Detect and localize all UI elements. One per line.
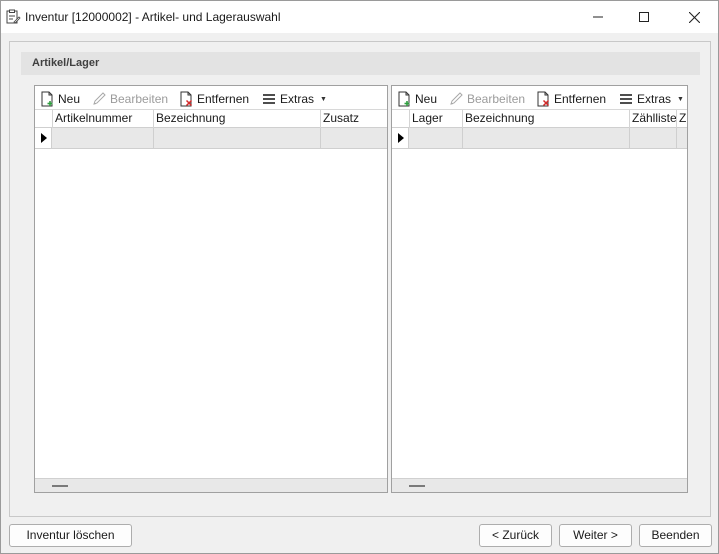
minimize-button[interactable] (575, 1, 621, 33)
storage-edit-button[interactable]: Bearbeiten (448, 90, 525, 108)
storage-grid-footer (392, 478, 687, 492)
article-extras-menu[interactable]: Extras ▼ (261, 90, 327, 108)
minus-icon[interactable] (52, 485, 68, 487)
storage-new-label: Neu (415, 92, 438, 106)
article-column-header: Artikelnummer Bezeichnung Zusatz (35, 110, 387, 128)
clipboard-app-icon (5, 9, 21, 25)
column-zaehlliste[interactable]: Zählliste (629, 110, 676, 128)
storage-column-header: Lager Bezeichnung Zählliste Zu (392, 110, 687, 128)
delete-document-icon (180, 91, 193, 107)
pencil-icon (450, 92, 463, 105)
title-bar: Inventur [12000002] - Artikel- und Lager… (1, 1, 718, 33)
main-panel: Artikel/Lager Neu Bearbeiten Entfernen E… (9, 41, 711, 517)
column-lager[interactable]: Lager (409, 110, 462, 128)
article-grid: Neu Bearbeiten Entfernen Extras ▼ Artike… (34, 85, 388, 493)
dropdown-arrow-icon: ▼ (320, 95, 327, 103)
storage-new-button[interactable]: Neu (396, 90, 437, 108)
section-title: Artikel/Lager (32, 57, 100, 69)
current-row-arrow-icon (398, 133, 404, 143)
column-artikelnummer[interactable]: Artikelnummer (52, 110, 153, 128)
minus-icon[interactable] (409, 485, 425, 487)
storage-extras-menu[interactable]: Extras ▼ (618, 90, 684, 108)
row-divider (153, 128, 154, 149)
hamburger-menu-icon (620, 94, 632, 104)
article-new-button[interactable]: Neu (39, 90, 80, 108)
close-button[interactable] (671, 1, 717, 33)
storage-remove-label: Entfernen (554, 92, 607, 106)
column-bezeichnung[interactable]: Bezeichnung (462, 110, 629, 128)
back-button[interactable]: < Zurück (479, 524, 552, 547)
table-row[interactable] (35, 128, 387, 149)
dropdown-arrow-icon: ▼ (677, 95, 684, 103)
storage-toolbar: Neu Bearbeiten Entfernen Extras ▼ (392, 86, 687, 110)
row-indicator (392, 128, 409, 149)
delete-inventory-button[interactable]: Inventur löschen (9, 524, 132, 547)
article-extras-label: Extras (280, 92, 315, 106)
maximize-button[interactable] (621, 1, 667, 33)
storage-remove-button[interactable]: Entfernen (535, 90, 606, 108)
section-header: Artikel/Lager (21, 52, 700, 75)
next-button[interactable]: Weiter > (559, 524, 632, 547)
article-edit-button[interactable]: Bearbeiten (91, 90, 168, 108)
article-toolbar: Neu Bearbeiten Entfernen Extras ▼ (35, 86, 387, 110)
storage-extras-label: Extras (637, 92, 672, 106)
article-grid-footer (35, 478, 387, 492)
row-divider (676, 128, 677, 149)
hamburger-menu-icon (263, 94, 275, 104)
article-remove-button[interactable]: Entfernen (178, 90, 249, 108)
column-zusatz[interactable]: Zu (676, 110, 687, 128)
column-zusatz[interactable]: Zusatz (320, 110, 387, 128)
article-new-label: Neu (58, 92, 81, 106)
column-bezeichnung[interactable]: Bezeichnung (153, 110, 320, 128)
dialog-window: Inventur [12000002] - Artikel- und Lager… (0, 0, 719, 554)
finish-button[interactable]: Beenden (639, 524, 712, 547)
row-indicator (35, 128, 52, 149)
storage-edit-label: Bearbeiten (467, 92, 526, 106)
pencil-icon (93, 92, 106, 105)
article-remove-label: Entfernen (197, 92, 250, 106)
table-row[interactable] (392, 128, 687, 149)
new-document-icon (398, 91, 410, 107)
row-divider (320, 128, 321, 149)
storage-grid: Neu Bearbeiten Entfernen Extras ▼ Lager … (391, 85, 688, 493)
row-divider (462, 128, 463, 149)
row-divider (629, 128, 630, 149)
current-row-arrow-icon (41, 133, 47, 143)
delete-document-icon (537, 91, 550, 107)
window-title: Inventur [12000002] - Artikel- und Lager… (25, 10, 281, 24)
new-document-icon (41, 91, 53, 107)
article-edit-label: Bearbeiten (110, 92, 169, 106)
